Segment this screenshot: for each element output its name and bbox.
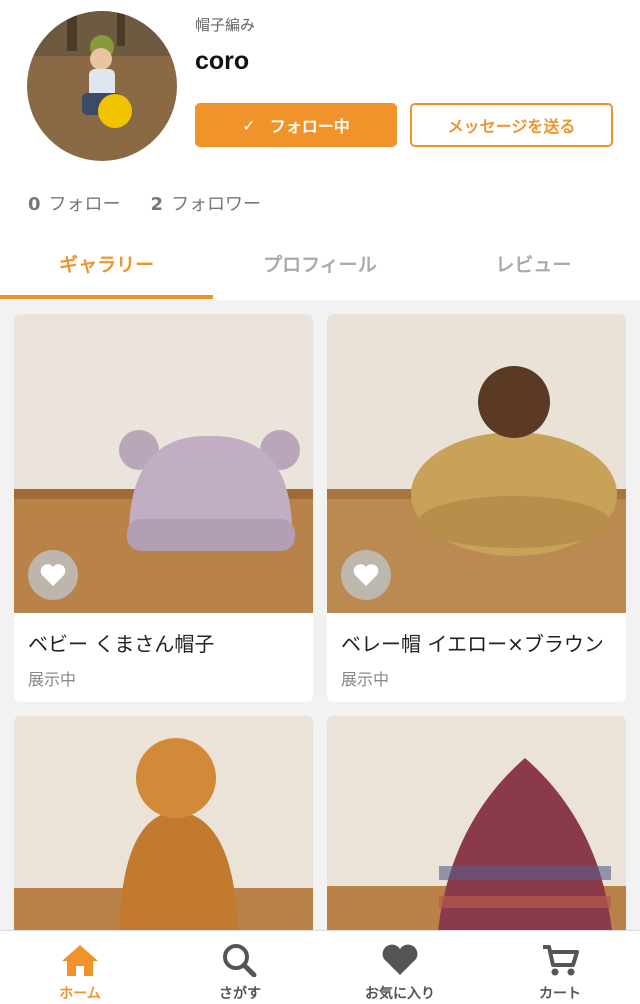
tab-gallery[interactable]: ギャラリー <box>0 236 213 298</box>
product-title: ベレー帽 イエロー×ブラウン <box>341 632 604 656</box>
followers-count: 2 <box>150 194 164 215</box>
home-icon <box>62 945 98 976</box>
avatar[interactable] <box>27 11 177 161</box>
profile-header: 帽子編み coro ✓ フォロー中 メッセージを送る 0 フォロー 2 フォロワー … <box>0 0 640 300</box>
follow-button[interactable]: ✓ フォロー中 <box>195 103 397 147</box>
product-status: 展示中 <box>341 670 390 689</box>
check-icon: ✓ <box>242 115 256 135</box>
tabbar-search[interactable]: さがす <box>160 931 320 1004</box>
shop-category: 帽子編み <box>195 16 256 34</box>
product-title: ベビー くまさん帽子 <box>28 632 215 656</box>
product-status: 展示中 <box>28 670 77 689</box>
tabbar-home[interactable]: ホーム <box>0 931 160 1004</box>
tabbar-search-label: さがす <box>219 986 261 1002</box>
tabbar-home-label: ホーム <box>59 986 101 1002</box>
send-message-label: メッセージを送る <box>447 117 576 136</box>
followers-stat[interactable]: 2 フォロワー <box>151 190 262 216</box>
gallery-item[interactable]: ベレー帽 イエロー×ブラウン 展示中 <box>327 314 626 702</box>
tab-reviews[interactable]: レビュー <box>427 236 640 298</box>
username: coro <box>195 47 250 75</box>
heart-icon <box>353 564 379 586</box>
following-label: フォロー <box>48 194 121 215</box>
tab-profile[interactable]: プロフィール <box>213 236 426 298</box>
active-tab-indicator <box>0 295 213 299</box>
cart-icon <box>543 945 579 976</box>
tabbar-favorites[interactable]: お気に入り <box>320 931 480 1004</box>
heart-icon <box>40 564 66 586</box>
send-message-button[interactable]: メッセージを送る <box>410 103 613 147</box>
gallery-item[interactable]: ベビー くまさん帽子 展示中 <box>14 314 313 702</box>
bottom-tab-bar: ホーム さがす お気に入り カート <box>0 930 640 1004</box>
following-stat[interactable]: 0 フォロー <box>28 190 121 216</box>
like-button[interactable] <box>341 550 391 600</box>
tabbar-favorites-label: お気に入り <box>365 986 435 1002</box>
follow-stats: 0 フォロー 2 フォロワー <box>28 190 261 216</box>
tabbar-cart[interactable]: カート <box>480 931 640 1004</box>
search-icon <box>223 944 257 977</box>
like-button[interactable] <box>28 550 78 600</box>
follow-button-label: フォロー中 <box>269 117 350 136</box>
tabbar-cart-label: カート <box>539 986 581 1002</box>
profile-tabs: ギャラリー プロフィール レビュー <box>0 236 640 298</box>
following-count: 0 <box>28 194 41 215</box>
followers-label: フォロワー <box>171 194 262 215</box>
heart-icon <box>382 944 418 975</box>
